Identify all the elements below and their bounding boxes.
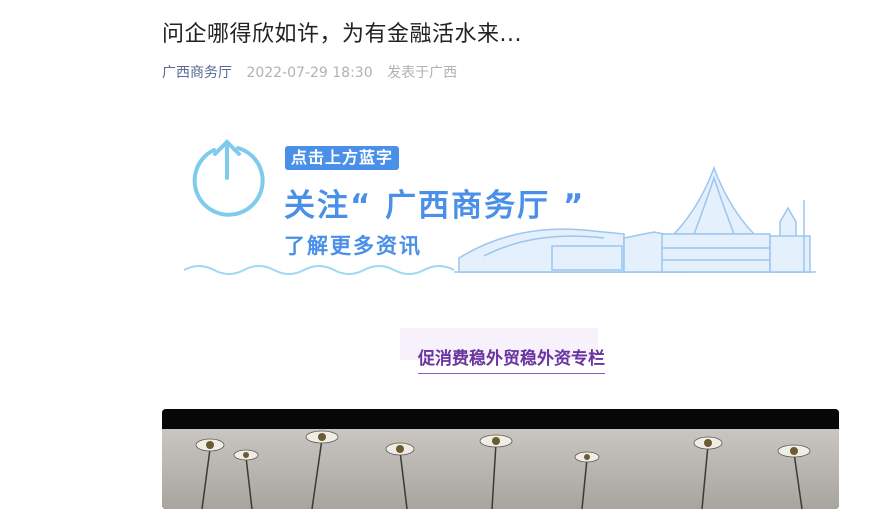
publish-location: 发表于广西 [387, 65, 458, 81]
publish-date: 2022-07-29 18:30 [246, 65, 373, 81]
follow-account-text: 关注“ 广西商务厅 ” [284, 188, 586, 224]
learn-more-text: 了解更多资讯 [284, 234, 422, 258]
article-title: 问企哪得欣如许，为有金融活水来... [162, 22, 522, 47]
video-thumbnail [162, 409, 839, 509]
account-name-link[interactable]: 广西商务厅 [162, 65, 232, 81]
article-meta: 广西商务厅 2022-07-29 18:30 发表于广西 [162, 62, 457, 82]
follow-banner[interactable]: 点击上方蓝字 关注“ 广西商务厅 ” 了解更多资讯 [184, 138, 816, 284]
section-title[interactable]: 促消费稳外贸稳外资专栏 [418, 344, 605, 374]
upload-arrow-icon [192, 139, 265, 217]
video-player[interactable] [162, 409, 839, 509]
click-above-tag: 点击上方蓝字 [285, 146, 400, 170]
